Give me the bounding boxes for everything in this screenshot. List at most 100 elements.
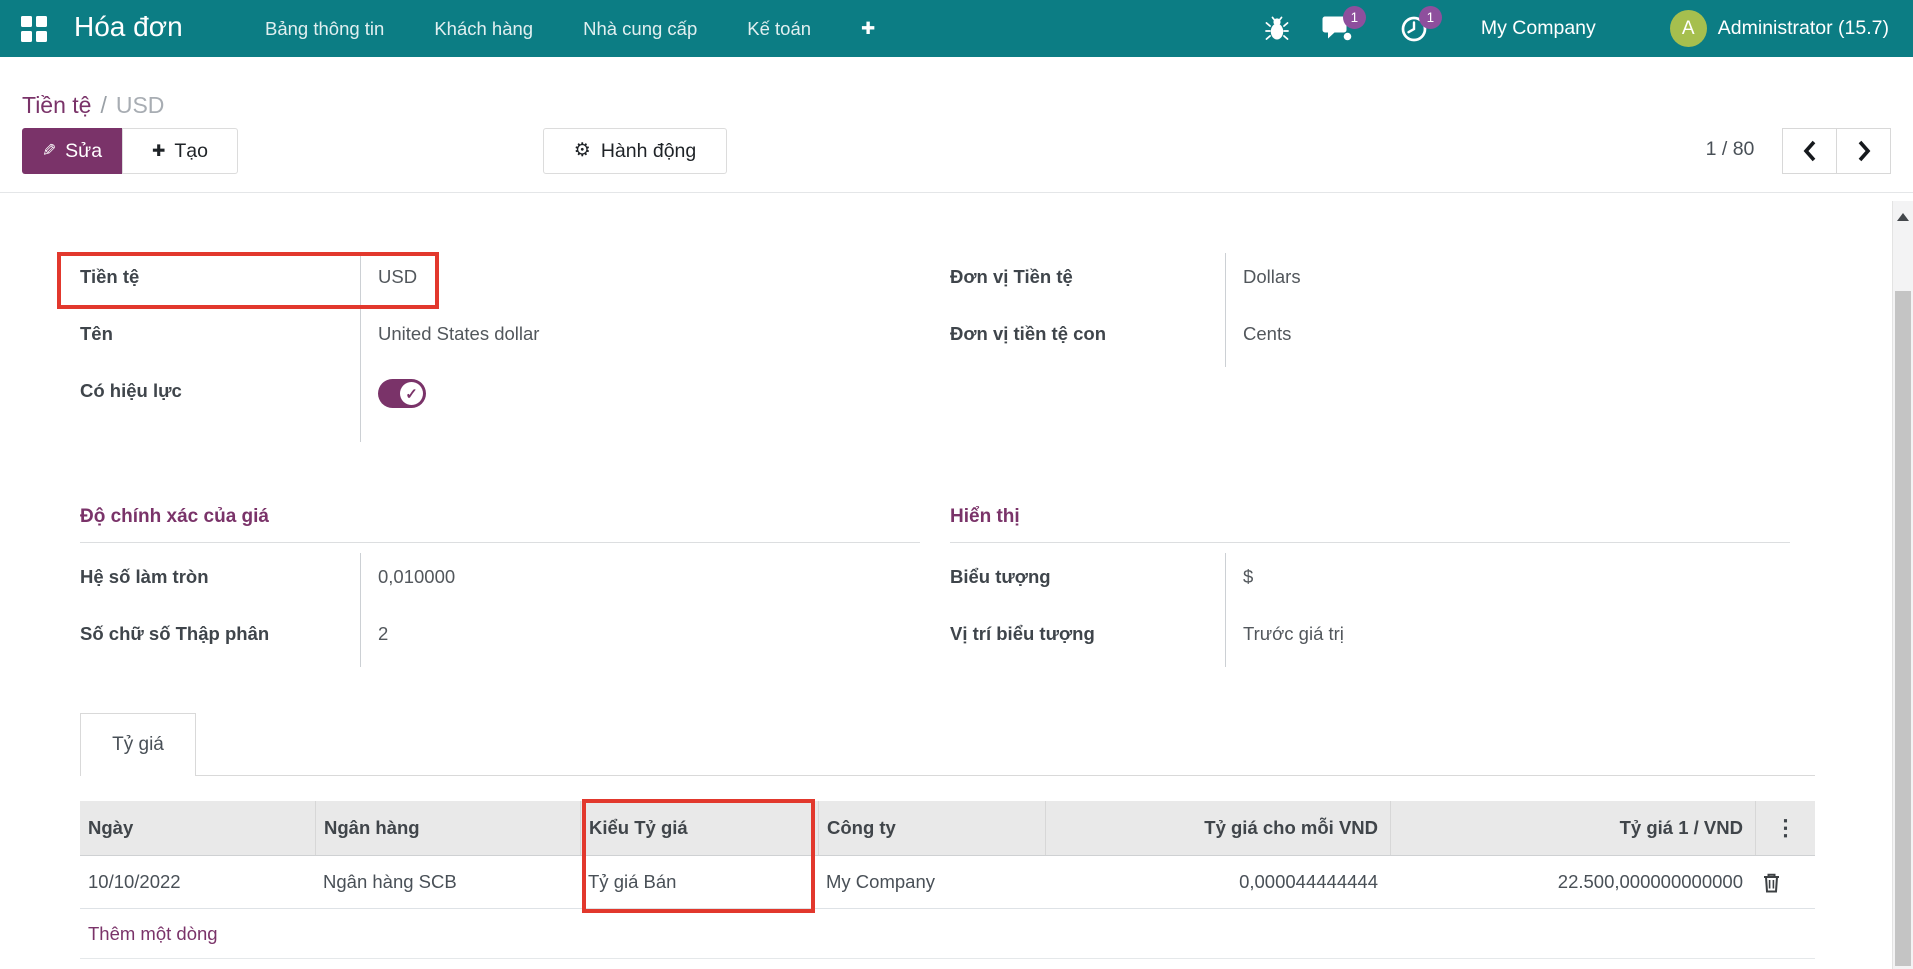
apps-square	[21, 16, 32, 27]
field-row-decimals: Số chữ số Thập phân 2	[80, 610, 920, 667]
field-row-active: Có hiệu lực ✓	[80, 367, 760, 442]
action-button-label: Hành động	[601, 140, 696, 163]
debug-bug-icon[interactable]	[1265, 16, 1289, 42]
kebab-menu-icon: ⋮	[1775, 815, 1797, 841]
breadcrumb: Tiền tệ/USD	[22, 92, 164, 119]
messages-menu[interactable]: 1	[1322, 15, 1352, 42]
pager-previous-button[interactable]	[1782, 128, 1837, 174]
header-company[interactable]: Công ty	[818, 801, 1045, 855]
gear-icon: ⚙	[574, 139, 591, 162]
currency-label: Tiền tệ	[80, 253, 360, 310]
name-label: Tên	[80, 310, 360, 367]
cell-rate-inverse: 22.500,000000000000	[1390, 871, 1755, 893]
menu-item-customers[interactable]: Khách hàng	[409, 0, 558, 57]
avatar[interactable]: A	[1670, 10, 1707, 47]
header-date[interactable]: Ngày	[80, 801, 315, 855]
name-value: United States dollar	[360, 310, 760, 367]
menu-item-vendors[interactable]: Nhà cung cấp	[558, 0, 722, 57]
app-name[interactable]: Hóa đơn	[74, 11, 183, 43]
unit-value: Dollars	[1225, 253, 1630, 310]
field-row-symbol: Biểu tượng $	[950, 553, 1790, 610]
messages-badge: 1	[1343, 6, 1366, 29]
header-rate-type[interactable]: Kiểu Tỷ giá	[580, 801, 818, 855]
field-row-rounding: Hệ số làm tròn 0,010000	[80, 553, 920, 610]
symbol-value: $	[1225, 553, 1790, 610]
cell-company: My Company	[818, 871, 1045, 893]
create-button[interactable]: ✚ Tạo	[122, 128, 238, 174]
create-button-label: Tạo	[174, 140, 208, 163]
column-options-button[interactable]: ⋮	[1755, 801, 1815, 855]
plus-icon: ✚	[152, 141, 165, 161]
apps-square	[36, 31, 47, 42]
notebook-border	[80, 775, 1815, 776]
cell-rate-per-vnd: 0,000044444444	[1045, 871, 1390, 893]
active-label: Có hiệu lực	[80, 367, 360, 442]
apps-square	[36, 16, 47, 27]
apps-square	[21, 31, 32, 42]
vertical-scrollbar	[1892, 201, 1913, 969]
currency-value: USD	[360, 253, 760, 310]
rounding-value: 0,010000	[360, 553, 920, 610]
tab-rates[interactable]: Tỷ giá	[80, 713, 196, 776]
group-units: Đơn vị Tiền tệ Dollars Đơn vị tiền tệ co…	[950, 253, 1630, 367]
activities-menu[interactable]: 1	[1400, 15, 1428, 43]
chevron-right-icon	[1857, 140, 1871, 162]
rate-table-row[interactable]: 10/10/2022 Ngân hàng SCB Tỷ giá Bán My C…	[80, 856, 1815, 909]
check-icon: ✓	[405, 385, 418, 403]
field-row-currency: Tiền tệ USD	[80, 253, 760, 310]
edit-button[interactable]: ✎ Sửa	[22, 128, 122, 174]
decimals-value: 2	[360, 610, 920, 667]
active-value: ✓	[360, 367, 760, 442]
active-toggle[interactable]: ✓	[378, 379, 426, 408]
subunit-value: Cents	[1225, 310, 1630, 367]
rounding-label: Hệ số làm tròn	[80, 553, 360, 610]
breadcrumb-separator: /	[100, 92, 106, 118]
main-menu: Bảng thông tin Khách hàng Nhà cung cấp K…	[240, 0, 900, 57]
group-currency: Tiền tệ USD Tên United States dollar Có …	[80, 253, 760, 442]
bug-icon	[1265, 16, 1289, 42]
systray: 1 1 My Company A Administrator (15.7)	[1265, 0, 1889, 57]
subunit-label: Đơn vị tiền tệ con	[950, 310, 1225, 367]
plus-menu-icon[interactable]: ✚	[836, 0, 900, 57]
header-rate-inverse[interactable]: Tỷ giá 1 / VND	[1390, 801, 1755, 855]
section-title-display: Hiển thị	[950, 506, 1790, 543]
apps-menu-icon[interactable]	[21, 16, 47, 42]
symbol-label: Biểu tượng	[950, 553, 1225, 610]
menu-item-accounting[interactable]: Kế toán	[722, 0, 836, 57]
field-row-symbol-position: Vị trí biểu tượng Trước giá trị	[950, 610, 1790, 667]
user-menu[interactable]: Administrator (15.7)	[1718, 17, 1889, 40]
field-row-subunit: Đơn vị tiền tệ con Cents	[950, 310, 1630, 367]
unit-label: Đơn vị Tiền tệ	[950, 253, 1225, 310]
rates-table-header: Ngày Ngân hàng Kiểu Tỷ giá Công ty Tỷ gi…	[80, 801, 1815, 856]
toggle-knob: ✓	[400, 382, 423, 405]
cell-bank: Ngân hàng SCB	[315, 871, 580, 893]
decimals-label: Số chữ số Thập phân	[80, 610, 360, 667]
scrollbar-thumb[interactable]	[1895, 291, 1911, 966]
pager	[1782, 128, 1891, 174]
field-row-name: Tên United States dollar	[80, 310, 760, 367]
section-display: Hiển thị Biểu tượng $ Vị trí biểu tượng …	[950, 506, 1790, 667]
edit-button-label: Sửa	[65, 140, 102, 163]
symbol-position-label: Vị trí biểu tượng	[950, 610, 1225, 667]
add-line-link[interactable]: Thêm một dòng	[80, 909, 1815, 959]
company-switcher[interactable]: My Company	[1481, 17, 1596, 40]
header-bank[interactable]: Ngân hàng	[315, 801, 580, 855]
chevron-left-icon	[1803, 140, 1817, 162]
delete-row-button[interactable]	[1762, 872, 1781, 893]
pager-next-button[interactable]	[1836, 128, 1891, 174]
trash-icon	[1762, 872, 1781, 893]
activities-badge: 1	[1419, 6, 1442, 29]
rates-table: Ngày Ngân hàng Kiểu Tỷ giá Công ty Tỷ gi…	[80, 801, 1815, 959]
pencil-icon: ✎	[42, 141, 56, 161]
scroll-up-arrow-icon[interactable]	[1897, 213, 1909, 221]
menu-item-dashboard[interactable]: Bảng thông tin	[240, 0, 409, 57]
cell-date: 10/10/2022	[80, 871, 315, 893]
form-sheet: Tiền tệ USD Tên United States dollar Có …	[0, 192, 1913, 969]
pager-value: 1 / 80	[1688, 138, 1772, 161]
cell-rate-type: Tỷ giá Bán	[580, 871, 818, 893]
top-navbar: Hóa đơn Bảng thông tin Khách hàng Nhà cu…	[0, 0, 1913, 57]
header-rate-per-vnd[interactable]: Tỷ giá cho mỗi VND	[1045, 801, 1390, 855]
field-row-unit: Đơn vị Tiền tệ Dollars	[950, 253, 1630, 310]
breadcrumb-parent[interactable]: Tiền tệ	[22, 92, 91, 118]
action-menu-button[interactable]: ⚙ Hành động	[543, 128, 727, 174]
